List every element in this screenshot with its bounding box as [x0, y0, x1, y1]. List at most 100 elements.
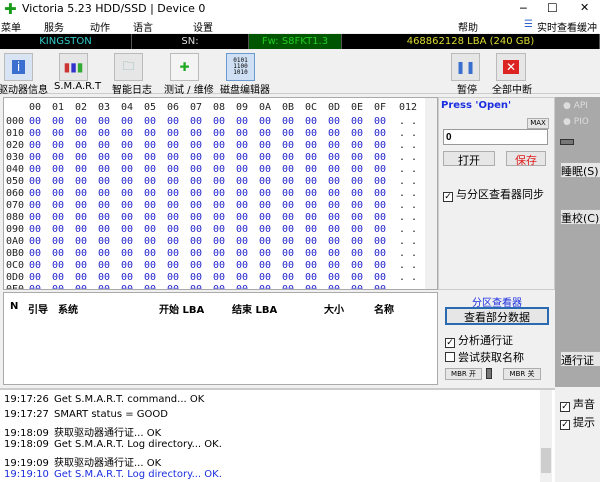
hex-byte[interactable]: 00 — [144, 116, 156, 127]
column-header[interactable]: 系统 — [58, 301, 78, 316]
hex-byte[interactable]: 00 — [351, 128, 363, 139]
maximize-button[interactable]: ☐ — [547, 1, 558, 15]
hex-byte[interactable]: 00 — [374, 128, 386, 139]
abort-all-button[interactable]: ✕ — [496, 53, 526, 81]
hex-byte[interactable]: 00 — [213, 284, 225, 289]
hex-byte[interactable]: 00 — [328, 212, 340, 223]
hex-byte[interactable]: 00 — [282, 152, 294, 163]
hex-byte[interactable]: 00 — [144, 152, 156, 163]
hex-byte[interactable]: 00 — [190, 140, 202, 151]
hex-byte[interactable]: 00 — [29, 236, 41, 247]
hex-byte[interactable]: 00 — [259, 128, 271, 139]
hex-byte[interactable]: 00 — [305, 152, 317, 163]
test-repair-button[interactable]: ✚ — [170, 53, 199, 81]
hex-byte[interactable]: 00 — [52, 248, 64, 259]
hex-byte[interactable]: 00 — [52, 188, 64, 199]
hex-byte[interactable]: 00 — [213, 272, 225, 283]
hex-byte[interactable]: 00 — [144, 188, 156, 199]
hex-byte[interactable]: 00 — [29, 284, 41, 289]
hex-byte[interactable]: 00 — [98, 200, 110, 211]
hex-byte[interactable]: 00 — [167, 272, 179, 283]
hex-byte[interactable]: 00 — [374, 140, 386, 151]
hex-byte[interactable]: 00 — [98, 224, 110, 235]
hex-byte[interactable]: 00 — [259, 236, 271, 247]
mbr-off-button[interactable]: MBR 关 — [503, 368, 541, 380]
hex-byte[interactable]: 00 — [190, 116, 202, 127]
hex-byte[interactable]: 00 — [351, 224, 363, 235]
hex-byte[interactable]: 00 — [213, 128, 225, 139]
drive-info-button[interactable]: i — [4, 53, 33, 81]
hex-byte[interactable]: 00 — [374, 116, 386, 127]
hex-byte[interactable]: 00 — [52, 152, 64, 163]
hex-byte[interactable]: 00 — [282, 140, 294, 151]
hex-byte[interactable]: 00 — [167, 236, 179, 247]
hex-byte[interactable]: 00 — [305, 116, 317, 127]
hex-byte[interactable]: 00 — [374, 152, 386, 163]
hex-byte[interactable]: 00 — [351, 236, 363, 247]
hex-byte[interactable]: 00 — [75, 284, 87, 289]
hex-byte[interactable]: 00 — [236, 236, 248, 247]
hex-byte[interactable]: 00 — [259, 140, 271, 151]
disk-editor-button[interactable]: 0101 1100 1010 — [226, 53, 255, 81]
hex-byte[interactable]: 00 — [259, 260, 271, 271]
hex-byte[interactable]: 00 — [213, 176, 225, 187]
hex-byte[interactable]: 00 — [328, 164, 340, 175]
hex-byte[interactable]: 00 — [305, 188, 317, 199]
hex-byte[interactable]: 00 — [259, 224, 271, 235]
hex-byte[interactable]: 00 — [167, 140, 179, 151]
mbr-on-button[interactable]: MBR 开 — [445, 368, 482, 380]
hex-byte[interactable]: 00 — [259, 152, 271, 163]
hex-byte[interactable]: 00 — [29, 248, 41, 259]
hex-byte[interactable]: 00 — [259, 284, 271, 289]
hex-byte[interactable]: 00 — [75, 176, 87, 187]
hex-byte[interactable]: 00 — [167, 116, 179, 127]
hex-byte[interactable]: 00 — [144, 176, 156, 187]
hex-byte[interactable]: 00 — [52, 140, 64, 151]
hex-byte[interactable]: 00 — [29, 116, 41, 127]
hex-byte[interactable]: 00 — [29, 200, 41, 211]
hex-byte[interactable]: 00 — [190, 260, 202, 271]
hex-byte[interactable]: 00 — [98, 176, 110, 187]
hex-byte[interactable]: 00 — [328, 272, 340, 283]
hex-byte[interactable]: 00 — [190, 176, 202, 187]
hex-byte[interactable]: 00 — [328, 236, 340, 247]
hex-byte[interactable]: 00 — [98, 188, 110, 199]
hex-byte[interactable]: 00 — [282, 284, 294, 289]
hex-byte[interactable]: 00 — [52, 212, 64, 223]
hex-byte[interactable]: 00 — [305, 224, 317, 235]
hex-byte[interactable]: 00 — [144, 212, 156, 223]
hex-byte[interactable]: 00 — [29, 164, 41, 175]
hex-byte[interactable]: 00 — [29, 152, 41, 163]
column-header[interactable]: 名称 — [374, 301, 394, 316]
hex-byte[interactable]: 00 — [167, 224, 179, 235]
hex-byte[interactable]: 00 — [374, 260, 386, 271]
hex-byte[interactable]: 00 — [259, 200, 271, 211]
hex-byte[interactable]: 00 — [190, 200, 202, 211]
hex-byte[interactable]: 00 — [213, 164, 225, 175]
hex-byte[interactable]: 00 — [29, 176, 41, 187]
hex-byte[interactable]: 00 — [305, 128, 317, 139]
menu-item[interactable]: 语言 — [133, 19, 153, 34]
hex-byte[interactable]: 00 — [144, 164, 156, 175]
api-radio[interactable]: ● API — [563, 101, 588, 111]
hex-byte[interactable]: 00 — [328, 128, 340, 139]
hex-byte[interactable]: 00 — [121, 260, 133, 271]
hex-byte[interactable]: 00 — [121, 140, 133, 151]
hex-byte[interactable]: 00 — [144, 224, 156, 235]
hex-byte[interactable]: 00 — [351, 248, 363, 259]
hex-byte[interactable]: 00 — [236, 260, 248, 271]
smart-log-button[interactable]: 🗀 — [114, 53, 143, 81]
hex-byte[interactable]: 00 — [167, 188, 179, 199]
hex-byte[interactable]: 00 — [167, 152, 179, 163]
hex-byte[interactable]: 00 — [98, 284, 110, 289]
hex-byte[interactable]: 00 — [75, 200, 87, 211]
hex-byte[interactable]: 00 — [52, 224, 64, 235]
menu-item[interactable]: 设置 — [193, 19, 213, 34]
hex-byte[interactable]: 00 — [374, 176, 386, 187]
passport-button[interactable]: 通行证 — [560, 351, 600, 367]
hex-byte[interactable]: 00 — [351, 284, 363, 289]
hex-byte[interactable]: 00 — [121, 200, 133, 211]
hex-byte[interactable]: 00 — [144, 260, 156, 271]
hex-byte[interactable]: 00 — [190, 224, 202, 235]
hex-byte[interactable]: 00 — [282, 176, 294, 187]
